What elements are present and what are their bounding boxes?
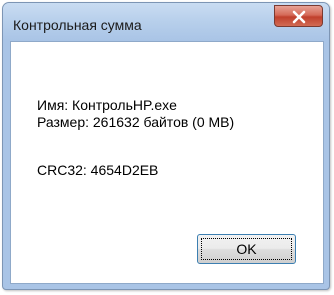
crc32-line: CRC32: 4654D2EB bbox=[37, 162, 159, 178]
close-button[interactable] bbox=[274, 5, 323, 27]
ok-button[interactable]: OK bbox=[197, 234, 296, 264]
file-info: Имя: КонтрольHP.exe Размер: 261632 байто… bbox=[37, 97, 234, 131]
close-icon bbox=[292, 10, 306, 24]
title-bar[interactable]: Контрольная сумма bbox=[3, 3, 329, 41]
file-size-line: Размер: 261632 байтов (0 MB) bbox=[37, 114, 235, 130]
dialog-body: Имя: КонтрольHP.exe Размер: 261632 байто… bbox=[10, 41, 324, 284]
checksum-dialog: Контрольная сумма Имя: КонтрольHP.exe Ра… bbox=[2, 2, 330, 290]
ok-button-label: OK bbox=[236, 241, 257, 257]
window-title: Контрольная сумма bbox=[13, 17, 142, 33]
file-name-line: Имя: КонтрольHP.exe bbox=[37, 97, 177, 113]
